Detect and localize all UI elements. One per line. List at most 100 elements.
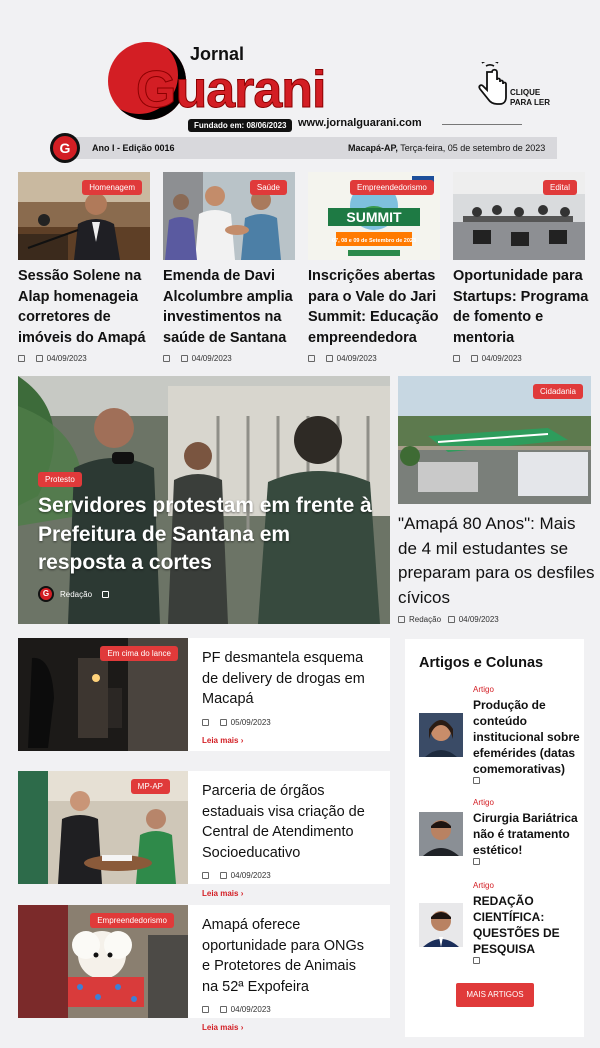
category-badge[interactable]: Saúde xyxy=(249,180,287,195)
list-item[interactable]: Empreendedorismo Amapá oferece oportunid… xyxy=(18,905,390,1032)
category-badge[interactable]: Em cima do lance xyxy=(100,646,178,661)
news-card-image[interactable]: Saúde xyxy=(163,172,295,260)
calendar-icon xyxy=(473,957,480,964)
calendar-icon xyxy=(219,872,227,879)
list-item-title[interactable]: Amapá oferece oportunidade para ONGs e P… xyxy=(202,915,376,997)
news-card-date: 04/09/2023 xyxy=(46,354,87,363)
hero-meta: G Redação xyxy=(38,586,110,602)
news-card-meta: 04/09/2023 xyxy=(308,354,377,363)
side-story-meta: Redação 04/09/2023 xyxy=(398,615,499,624)
side-story[interactable]: Cidadania "Amapá 80 Anos": Mais de 4 mil… xyxy=(398,376,595,624)
dateline-date: Terça-feira, 05 de setembro de 2023 xyxy=(400,143,546,153)
article-category: Artigo xyxy=(473,685,494,694)
side-story-title[interactable]: "Amapá 80 Anos": Mais de 4 mil estudante… xyxy=(398,512,598,610)
calendar-icon xyxy=(473,858,480,865)
article-title[interactable]: Produção de conteúdo institucional sobre… xyxy=(473,697,583,777)
news-card-image[interactable]: SUMMIT 07, 08 e 09 de Setembro de 2023 E… xyxy=(308,172,440,260)
author-icon xyxy=(18,355,25,362)
read-more-link[interactable]: Leia mais › xyxy=(202,889,376,898)
list-item-title[interactable]: Parceria de órgãos estaduais visa criaçã… xyxy=(202,781,376,863)
news-card-date: 04/09/2023 xyxy=(336,354,377,363)
author-icon xyxy=(202,1006,209,1013)
click-to-read-label[interactable]: CLIQUE PARA LER xyxy=(510,88,556,108)
click-hand-icon[interactable] xyxy=(472,62,508,112)
news-card-title[interactable]: Inscrições abertas para o Vale do Jari S… xyxy=(308,266,448,348)
list-item-body: Amapá oferece oportunidade para ONGs e P… xyxy=(188,905,390,1032)
calendar-icon xyxy=(219,1006,227,1013)
list-item-image[interactable]: MP-AP xyxy=(18,771,188,884)
author-avatar-icon: G xyxy=(38,586,54,602)
article-title[interactable]: REDAÇÃO CIENTÍFICA: QUESTÕES DE PESQUISA xyxy=(473,893,583,957)
news-card[interactable]: Homenagem Sessão Solene na Alap homenage… xyxy=(18,172,150,363)
list-item[interactable]: Em cima do lance PF desmantela esquema d… xyxy=(18,638,390,751)
hero-title[interactable]: Servidores protestam em frente à Prefeit… xyxy=(38,492,378,578)
article-author-avatar[interactable] xyxy=(419,713,463,757)
article-category: Artigo xyxy=(473,798,494,807)
category-badge[interactable]: MP-AP xyxy=(130,779,170,794)
list-item-meta: 04/09/2023 xyxy=(202,871,376,880)
news-card-meta: 04/09/2023 xyxy=(163,354,232,363)
author-icon xyxy=(163,355,170,362)
news-card[interactable]: Edital Oportunidade para Startups: Progr… xyxy=(453,172,588,363)
summit-poster-title: SUMMIT xyxy=(346,209,402,225)
category-badge[interactable]: Cidadania xyxy=(532,384,583,399)
news-card-date: 04/09/2023 xyxy=(481,354,522,363)
articles-widget: Artigos e Colunas Artigo Produção de con… xyxy=(405,639,584,1037)
site-url[interactable]: www.jornalguarani.com xyxy=(298,117,422,129)
calendar-icon xyxy=(447,616,455,623)
article-category: Artigo xyxy=(473,881,494,890)
article-title[interactable]: Cirurgia Bariátrica não é tratamento est… xyxy=(473,810,583,858)
masthead: Jornal Guarani Fundado em: 08/06/2023 ww… xyxy=(0,0,600,168)
author-icon xyxy=(453,355,460,362)
side-story-image[interactable]: Cidadania xyxy=(398,376,591,504)
divider-line xyxy=(442,124,522,125)
hero-author[interactable]: Redação xyxy=(60,590,92,599)
list-item-image[interactable]: Em cima do lance xyxy=(18,638,188,751)
news-card-title[interactable]: Oportunidade para Startups: Programa de … xyxy=(453,266,593,348)
hero-story[interactable]: Protesto Servidores protestam em frente … xyxy=(18,376,390,624)
news-card[interactable]: SUMMIT 07, 08 e 09 de Setembro de 2023 E… xyxy=(308,172,440,363)
logo-brand-text[interactable]: Guarani xyxy=(136,60,327,120)
calendar-icon xyxy=(180,355,188,362)
calendar-icon xyxy=(325,355,333,362)
list-item-title[interactable]: PF desmantela esquema de delivery de dro… xyxy=(202,648,376,710)
page: Jornal Guarani Fundado em: 08/06/2023 ww… xyxy=(0,0,600,1048)
read-more-link[interactable]: Leia mais › xyxy=(202,1023,376,1032)
calendar-icon xyxy=(102,590,110,598)
read-more-link[interactable]: Leia mais › xyxy=(202,736,376,745)
news-card-title[interactable]: Sessão Solene na Alap homenageia correto… xyxy=(18,266,158,348)
news-card-meta: 04/09/2023 xyxy=(18,354,87,363)
category-badge[interactable]: Protesto xyxy=(38,472,82,487)
list-item-body: PF desmantela esquema de delivery de dro… xyxy=(188,638,390,751)
edition-logo-icon: G xyxy=(50,133,80,163)
news-card-image[interactable]: Homenagem xyxy=(18,172,150,260)
list-item-meta: 05/09/2023 xyxy=(202,718,376,727)
articles-heading: Artigos e Colunas xyxy=(419,655,544,671)
author-icon xyxy=(202,872,209,879)
article-author-avatar[interactable] xyxy=(419,903,463,947)
founded-date-badge: Fundado em: 08/06/2023 xyxy=(188,119,293,132)
side-story-author[interactable]: Redação xyxy=(409,615,441,624)
article-author-avatar[interactable] xyxy=(419,812,463,856)
list-item-date: 04/09/2023 xyxy=(230,871,271,880)
list-item-date: 04/09/2023 xyxy=(230,1005,271,1014)
news-card-title[interactable]: Emenda de Davi Alcolumbre amplia investi… xyxy=(163,266,303,348)
category-badge[interactable]: Homenagem xyxy=(82,180,142,195)
news-card[interactable]: Saúde Emenda de Davi Alcolumbre amplia i… xyxy=(163,172,295,363)
edition-number: Ano I - Edição 0016 xyxy=(92,143,175,153)
calendar-icon xyxy=(473,777,480,784)
more-articles-button[interactable]: MAIS ARTIGOS xyxy=(456,983,534,1007)
news-card-image[interactable]: Edital xyxy=(453,172,585,260)
side-story-date: 04/09/2023 xyxy=(458,615,499,624)
author-icon xyxy=(308,355,315,362)
list-item-body: Parceria de órgãos estaduais visa criaçã… xyxy=(188,771,390,898)
category-badge[interactable]: Empreendedorismo xyxy=(350,180,434,195)
dateline: Macapá-AP, Terça-feira, 05 de setembro d… xyxy=(348,143,545,153)
summit-poster-date: 07, 08 e 09 de Setembro de 2023 xyxy=(332,238,416,244)
list-item[interactable]: MP-AP Parceria de órgãos estaduais visa … xyxy=(18,771,390,898)
list-item-meta: 04/09/2023 xyxy=(202,1005,376,1014)
list-item-image[interactable]: Empreendedorismo xyxy=(18,905,188,1018)
news-card-date: 04/09/2023 xyxy=(191,354,232,363)
category-badge[interactable]: Empreendedorismo xyxy=(90,913,174,928)
category-badge[interactable]: Edital xyxy=(542,180,577,195)
